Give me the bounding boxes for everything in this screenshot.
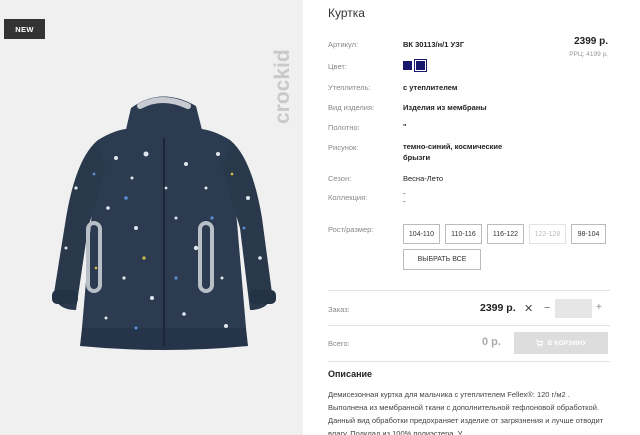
rrp-price: РРЦ: 4199 р. [569, 51, 608, 58]
sizes-label: Рост/размер: [328, 225, 374, 234]
quantity-decrement-button[interactable]: − [544, 302, 550, 314]
size-option-disabled: 122-128 [529, 224, 566, 244]
season-value: Весна-Лето [403, 174, 444, 183]
color-label: Цвет: [328, 62, 347, 71]
color-swatch-selected[interactable] [414, 59, 427, 72]
divider [328, 361, 610, 362]
product-gallery: NEW crockid [0, 0, 303, 435]
select-all-sizes-button[interactable]: ВЫБРАТЬ ВСЕ [403, 249, 481, 270]
description-text: Демисезонная куртка для мальчика с утепл… [328, 390, 604, 435]
quantity-increment-button[interactable]: + [596, 302, 602, 313]
kind-value: Изделия из мембраны [403, 103, 487, 112]
product-info: Куртка Артикул: ВК 30113/н/1 УЗГ 2399 р.… [328, 0, 610, 435]
product-title: Куртка [328, 6, 365, 20]
add-to-cart-label: В КОРЗИНУ [547, 339, 587, 347]
size-option[interactable]: 104-110 [403, 224, 440, 244]
insulation-label: Утеплитель: [328, 83, 371, 92]
article-value: ВК 30113/н/1 УЗГ [403, 40, 465, 49]
size-option[interactable]: 110-116 [445, 224, 482, 244]
description-title: Описание [328, 369, 373, 379]
collection-value-2: - [403, 197, 406, 206]
divider [328, 290, 610, 291]
product-image[interactable] [36, 78, 286, 428]
total-price: 0 р. [482, 336, 501, 348]
pattern-label: Рисунок: [328, 143, 359, 152]
remove-item-icon[interactable]: ✕ [524, 302, 533, 315]
article-label: Артикул: [328, 40, 359, 49]
total-label: Всего: [328, 339, 350, 348]
cart-icon [535, 339, 544, 347]
kind-label: Вид изделия: [328, 103, 375, 112]
season-label: Сезон: [328, 174, 352, 183]
pattern-value: темно-синий, космические брызги [403, 142, 503, 162]
insulation-value: с утеплителем [403, 83, 458, 92]
collection-label: Коллекция: [328, 193, 368, 202]
add-to-cart-button[interactable]: В КОРЗИНУ [514, 332, 608, 354]
size-option[interactable]: 98-104 [571, 224, 606, 244]
quantity-input[interactable] [555, 299, 592, 318]
order-price: 2399 р. [480, 302, 516, 314]
fabric-value: " [403, 122, 407, 131]
product-price: 2399 р. [574, 36, 608, 47]
fabric-label: Полотно: [328, 123, 360, 132]
divider [328, 325, 610, 326]
new-badge: NEW [4, 19, 45, 39]
order-label: Заказ: [328, 305, 350, 314]
color-swatch[interactable] [403, 61, 412, 70]
size-option[interactable]: 116-122 [487, 224, 524, 244]
